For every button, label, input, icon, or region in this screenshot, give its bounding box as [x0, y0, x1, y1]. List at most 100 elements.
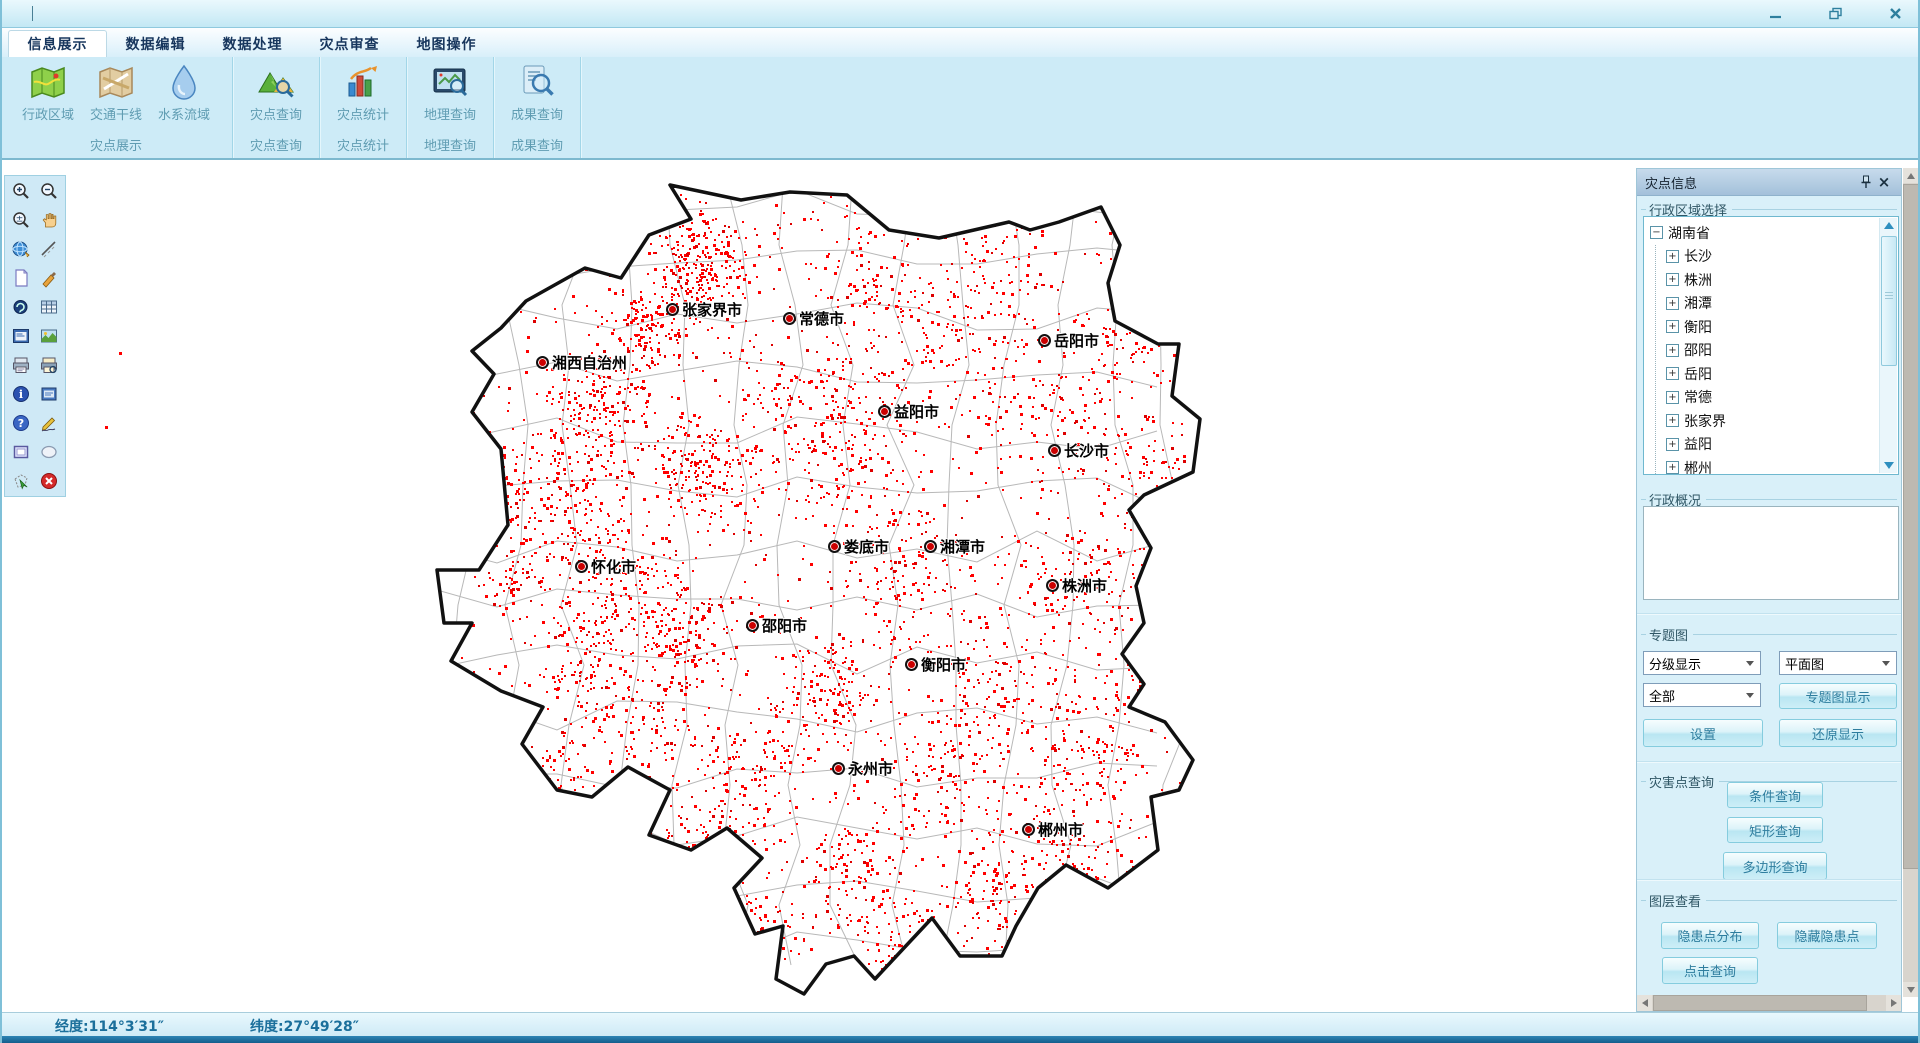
- expand-icon[interactable]: +: [1666, 391, 1679, 404]
- region-tree[interactable]: −湖南省+长沙+株洲+湘潭+衡阳+邵阳+岳阳+常德+张家界+益阳+郴州: [1643, 216, 1899, 475]
- panel-horizontal-scrollbar[interactable]: [1637, 995, 1901, 1011]
- expand-icon[interactable]: +: [1666, 461, 1679, 474]
- tree-node-label: 郴州: [1684, 458, 1712, 475]
- close-icon[interactable]: [1882, 3, 1908, 23]
- 条件查询-button[interactable]: 条件查询: [1727, 782, 1823, 808]
- pan-hand-icon[interactable]: [37, 209, 61, 231]
- tree-node[interactable]: +衡阳: [1656, 315, 1898, 339]
- tab-3[interactable]: 数据处理: [204, 31, 301, 57]
- restore-icon[interactable]: [1822, 3, 1848, 23]
- map-type-dropdown[interactable]: 平面图: [1779, 651, 1897, 675]
- sketch-pen-icon[interactable]: [37, 412, 61, 434]
- 行政区域-button[interactable]: 行政区域: [14, 57, 82, 137]
- 多边形查询-button[interactable]: 多边形查询: [1723, 852, 1827, 880]
- print-preview-icon[interactable]: [37, 354, 61, 376]
- 点击查询-button[interactable]: 点击查询: [1662, 957, 1758, 984]
- panel-vertical-scrollbar[interactable]: [1903, 168, 1919, 997]
- zoom-out-icon[interactable]: [37, 180, 61, 202]
- scroll-left-icon[interactable]: [1637, 995, 1652, 1011]
- chevron-down-icon: [1882, 661, 1890, 666]
- zoom-extent-icon[interactable]: ±: [9, 209, 33, 231]
- 水系流域-button[interactable]: 水系流域: [150, 57, 218, 137]
- hscroll-thumb[interactable]: [1653, 995, 1867, 1011]
- tree-node[interactable]: +湘潭: [1656, 292, 1898, 316]
- expand-icon[interactable]: +: [1666, 273, 1679, 286]
- ribbon-button-label: 交通干线: [90, 104, 142, 123]
- reset-display-button[interactable]: 还原显示: [1779, 719, 1897, 747]
- tree-node[interactable]: +长沙: [1656, 245, 1898, 269]
- 隐藏隐患点-button[interactable]: 隐藏隐患点: [1777, 922, 1877, 949]
- help-icon[interactable]: ?: [9, 412, 33, 434]
- globe-icon[interactable]: [9, 238, 33, 260]
- tree-node[interactable]: +邵阳: [1656, 339, 1898, 363]
- ellipse-select-icon[interactable]: [37, 441, 61, 463]
- ribbon: 行政区域交通干线水系流域灾点展示灾点查询灾点查询灾点统计灾点统计地理查询地理查询…: [0, 57, 1920, 160]
- tree-node[interactable]: +株洲: [1656, 268, 1898, 292]
- refresh-view-icon[interactable]: [9, 296, 33, 318]
- tree-node[interactable]: +张家界: [1656, 409, 1898, 433]
- expand-icon[interactable]: +: [1666, 414, 1679, 427]
- pin-icon[interactable]: [1857, 173, 1875, 191]
- scroll-right-icon[interactable]: [1886, 995, 1901, 1011]
- city-label: 娄底市: [828, 536, 889, 557]
- tree-node-label: 岳阳: [1684, 364, 1712, 384]
- brush-icon[interactable]: [37, 267, 61, 289]
- expand-icon[interactable]: +: [1666, 320, 1679, 333]
- tab-1[interactable]: 信息展示: [8, 30, 107, 57]
- scroll-up-icon[interactable]: [1880, 218, 1897, 233]
- collapse-icon[interactable]: −: [1650, 226, 1663, 239]
- tree-node[interactable]: +益阳: [1656, 433, 1898, 457]
- info-icon[interactable]: i: [9, 383, 33, 405]
- tree-node[interactable]: + 岳阳: [1656, 362, 1898, 386]
- close-tool-icon[interactable]: [37, 470, 61, 492]
- image-export-icon[interactable]: [37, 325, 61, 347]
- 矩形查询-button[interactable]: 矩形查询: [1727, 817, 1823, 843]
- 灾点统计-button[interactable]: 灾点统计: [329, 57, 397, 137]
- rectangle-select-icon[interactable]: [9, 441, 33, 463]
- 灾点查询-button[interactable]: 灾点查询: [242, 57, 310, 137]
- vscroll-thumb[interactable]: [1903, 184, 1919, 869]
- scroll-down-icon[interactable]: [1880, 458, 1897, 473]
- close-icon[interactable]: ×: [1875, 173, 1893, 191]
- 成果查询-button[interactable]: 成果查询: [503, 57, 571, 137]
- attribute-table-icon[interactable]: [37, 296, 61, 318]
- ribbon-button-label: 地理查询: [424, 104, 476, 123]
- clear-page-icon[interactable]: [9, 267, 33, 289]
- tree-scrollbar[interactable]: [1879, 218, 1897, 473]
- hunan-province-map[interactable]: [0, 160, 1633, 1011]
- minimize-icon[interactable]: [1762, 3, 1788, 23]
- measure-line-icon[interactable]: [37, 238, 61, 260]
- scroll-up-icon[interactable]: [1903, 168, 1919, 183]
- tree-node-root[interactable]: −湖南省: [1644, 221, 1898, 245]
- 地理查询-button[interactable]: 地理查询: [416, 57, 484, 137]
- expand-icon[interactable]: +: [1666, 367, 1679, 380]
- identify-window-icon[interactable]: [37, 383, 61, 405]
- region-map-icon: [29, 63, 67, 101]
- tab-5[interactable]: 地图操作: [398, 31, 495, 57]
- ribbon-button-label: 水系流域: [158, 104, 210, 123]
- scroll-down-icon[interactable]: [1903, 982, 1919, 997]
- level-display-dropdown[interactable]: 分级显示: [1643, 651, 1761, 675]
- zoom-in-icon[interactable]: [9, 180, 33, 202]
- window-controls: [1762, 3, 1908, 23]
- 隐患点分布-button[interactable]: 隐患点分布: [1661, 922, 1759, 949]
- print-icon[interactable]: [9, 354, 33, 376]
- city-label: 益阳市: [878, 401, 939, 422]
- expand-icon[interactable]: +: [1666, 250, 1679, 263]
- tab-4[interactable]: 灾点审查: [301, 31, 398, 57]
- expand-icon[interactable]: +: [1666, 297, 1679, 310]
- expand-icon[interactable]: +: [1666, 344, 1679, 357]
- tree-node[interactable]: + 郴州: [1656, 456, 1898, 475]
- overview-textbox[interactable]: [1643, 506, 1899, 600]
- map-canvas[interactable]: 张家界市常德市岳阳市湘西自治州益阳市长沙市娄底市湘潭市株洲市怀化市邵阳市衡阳市永…: [0, 160, 1633, 1011]
- tab-2[interactable]: 数据编辑: [107, 31, 204, 57]
- scope-dropdown[interactable]: 全部: [1643, 683, 1761, 707]
- thematic-show-button[interactable]: 专题图显示: [1779, 683, 1897, 709]
- map-window-icon[interactable]: [9, 325, 33, 347]
- expand-icon[interactable]: +: [1666, 438, 1679, 451]
- 交通干线-button[interactable]: 交通干线: [82, 57, 150, 137]
- tree-node[interactable]: +常德: [1656, 386, 1898, 410]
- settings-button[interactable]: 设置: [1643, 719, 1763, 747]
- tree-scrollbar-thumb[interactable]: [1881, 236, 1897, 366]
- polygon-select-icon[interactable]: [9, 470, 33, 492]
